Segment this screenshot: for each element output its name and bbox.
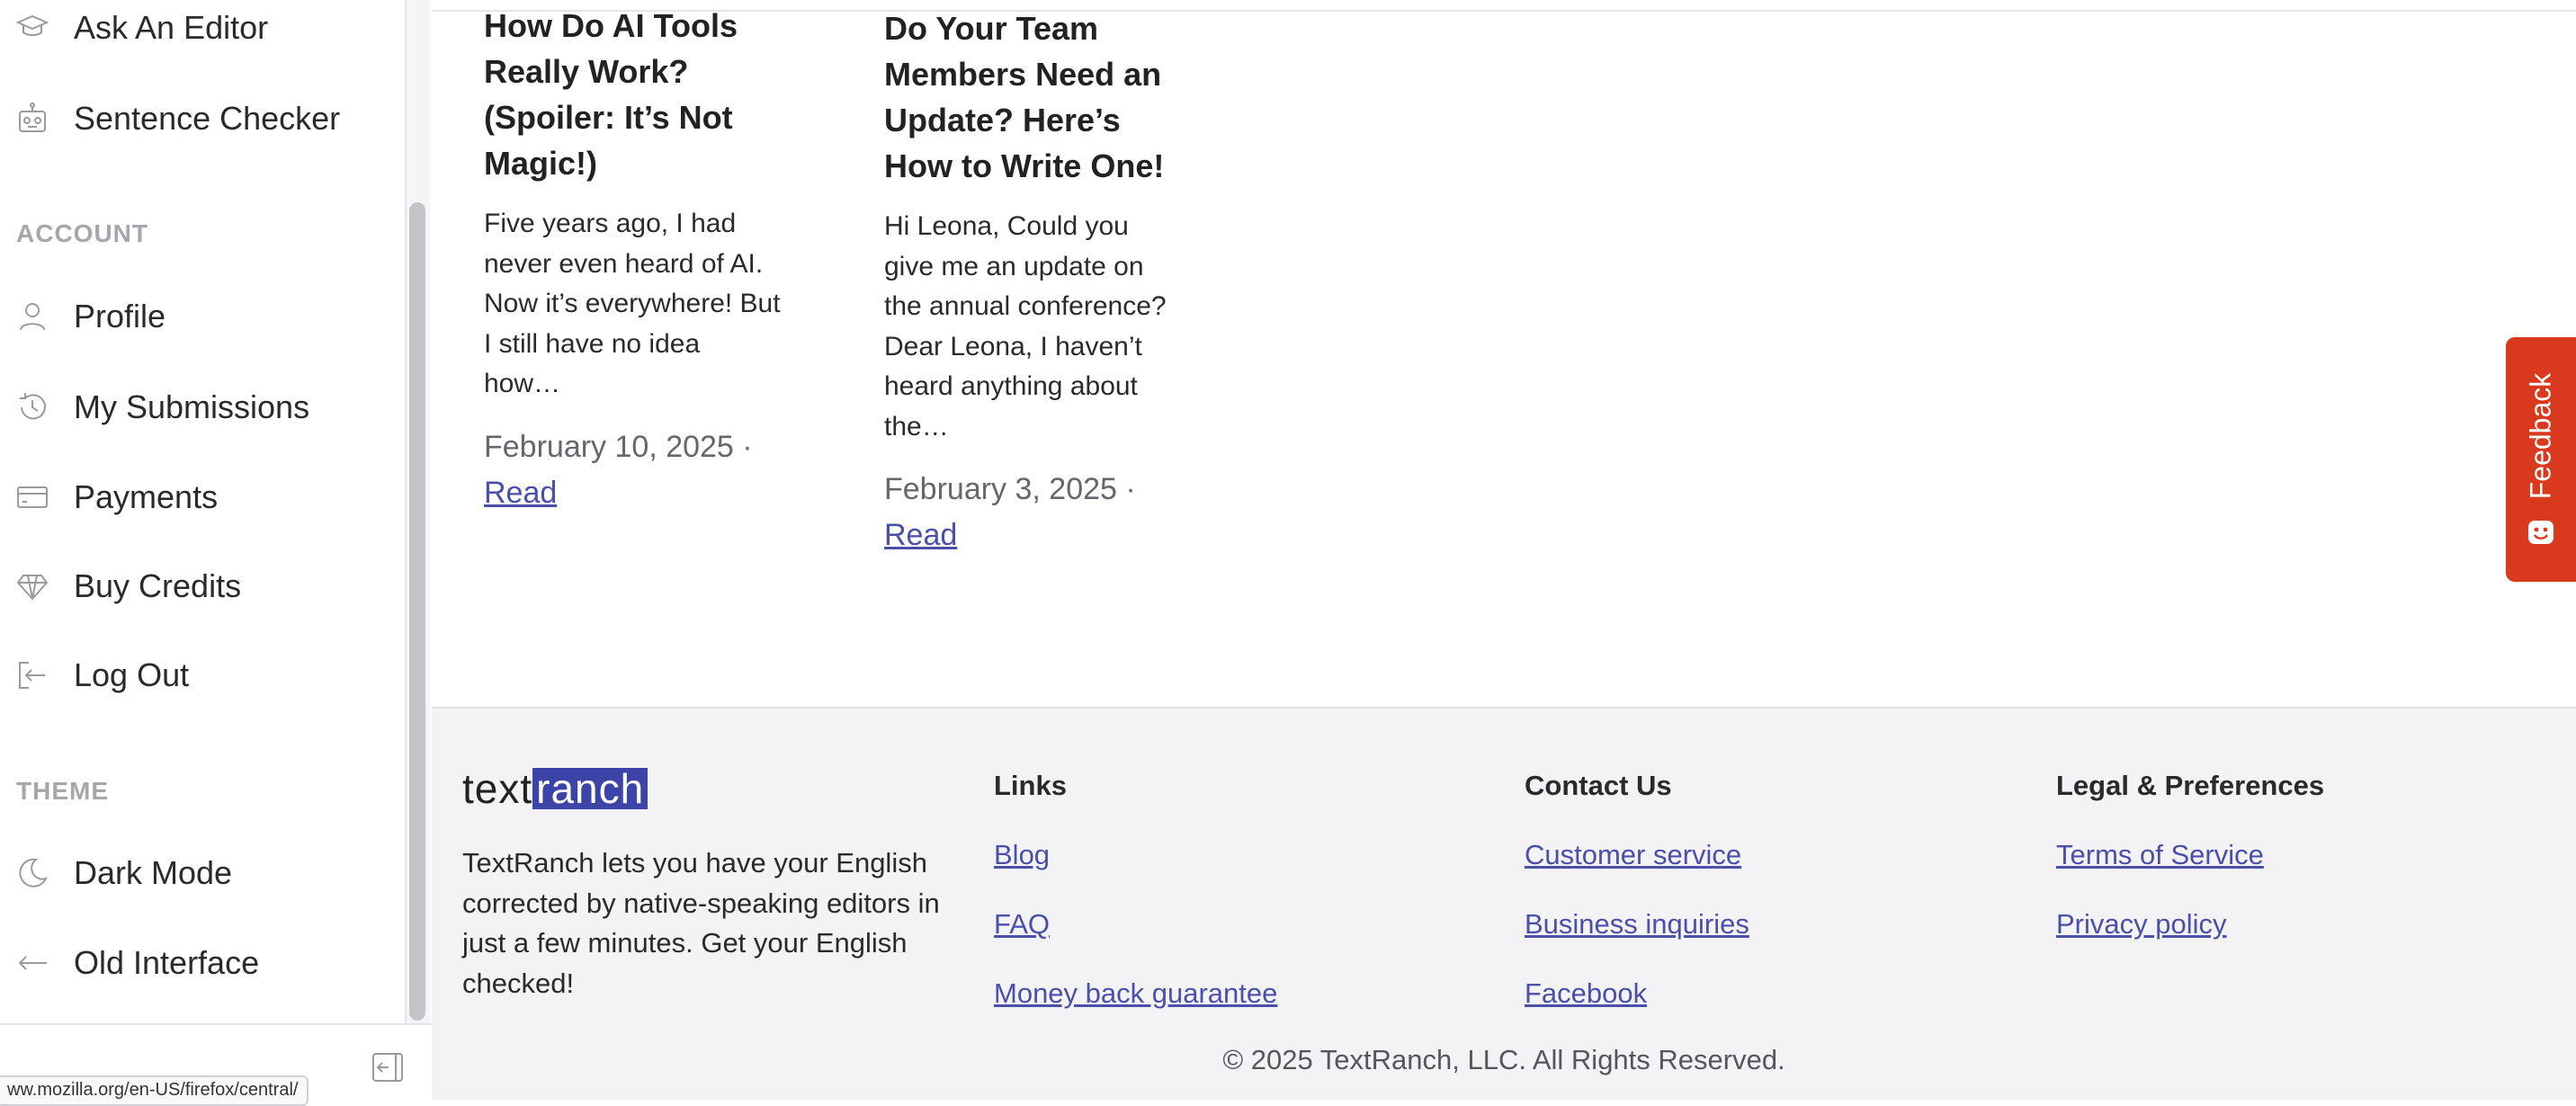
sidebar-item-label: Log Out: [74, 656, 190, 693]
sidebar-item-label: Payments: [74, 478, 219, 515]
blog-post-card: How Do AI Tools Really Work? (Spoiler: I…: [484, 3, 781, 516]
footer-link-blog[interactable]: Blog: [994, 839, 1050, 871]
theme-section-heading: THEME: [16, 777, 109, 805]
sidebar-item-buy-credits[interactable]: Buy Credits: [0, 555, 387, 618]
credit-card-icon: [14, 479, 50, 515]
post-date: February 10, 2025 ·: [484, 429, 753, 464]
post-title[interactable]: How Do AI Tools Really Work? (Spoiler: I…: [484, 3, 781, 186]
sidebar-item-label: Profile: [74, 298, 166, 334]
feedback-tab[interactable]: Feedback: [2506, 337, 2576, 582]
graduation-cap-icon: [14, 10, 50, 46]
footer-link-terms[interactable]: Terms of Service: [2056, 839, 2264, 871]
collapse-sidebar-button[interactable]: [371, 1050, 405, 1084]
blog-post-card: Do Your Team Members Need an Update? Her…: [884, 5, 1176, 558]
sidebar-item-payments[interactable]: Payments: [0, 466, 387, 529]
sidebar-item-label: Ask An Editor: [74, 9, 269, 46]
links-heading: Links: [994, 770, 1067, 801]
contact-heading: Contact Us: [1525, 770, 1672, 801]
sidebar-item-label: Old Interface: [74, 944, 260, 981]
smile-chat-icon: [2526, 517, 2556, 548]
status-bar-url: ww.mozilla.org/en-US/firefox/central/: [0, 1075, 309, 1106]
sidebar-item-my-submissions[interactable]: My Submissions: [0, 376, 387, 439]
feedback-label: Feedback: [2524, 372, 2557, 500]
footer-link-facebook[interactable]: Facebook: [1525, 977, 1647, 1010]
logout-icon: [14, 657, 50, 693]
post-meta: February 3, 2025 · Read: [884, 467, 1176, 558]
footer-link-business-inquiries[interactable]: Business inquiries: [1525, 908, 1749, 941]
diamond-icon: [14, 568, 50, 604]
arrow-left-icon: [14, 945, 50, 981]
footer-link-money-back[interactable]: Money back guarantee: [994, 977, 1277, 1010]
post-title[interactable]: Do Your Team Members Need an Update? Her…: [884, 5, 1176, 189]
logo-text: text: [462, 765, 533, 812]
moon-icon: [14, 855, 50, 891]
sidebar-item-label: Dark Mode: [74, 854, 233, 891]
post-date: February 3, 2025 ·: [884, 472, 1136, 506]
post-meta: February 10, 2025 · Read: [484, 424, 781, 516]
sidebar-item-log-out[interactable]: Log Out: [0, 644, 387, 707]
footer-about-text: TextRanch lets you have your English cor…: [462, 847, 940, 999]
logo-text-highlight: ranch: [532, 768, 648, 809]
post-excerpt: Hi Leona, Could you give me an update on…: [884, 211, 1167, 442]
history-icon: [14, 389, 50, 425]
footer-link-customer-service[interactable]: Customer service: [1525, 839, 1741, 871]
footer-link-faq[interactable]: FAQ: [994, 908, 1050, 941]
collapse-icon: [371, 1053, 405, 1088]
post-excerpt: Five years ago, I had never even heard o…: [484, 209, 781, 398]
read-link[interactable]: Read: [884, 518, 957, 552]
textranch-logo[interactable]: text ranch: [462, 765, 648, 812]
sidebar-item-label: My Submissions: [74, 388, 310, 425]
legal-heading: Legal & Preferences: [2056, 770, 2325, 801]
copyright-text: © 2025 TextRanch, LLC. All Rights Reserv…: [1222, 1044, 1785, 1075]
footer-link-privacy[interactable]: Privacy policy: [2056, 908, 2227, 941]
sidebar-item-sentence-checker[interactable]: Sentence Checker: [0, 87, 387, 150]
account-section-heading: ACCOUNT: [16, 219, 148, 247]
sidebar: Ask An Editor Sentence Checker ACCOUNT P…: [0, 0, 407, 1098]
sidebar-item-ask-an-editor[interactable]: Ask An Editor: [0, 0, 387, 59]
sidebar-item-profile[interactable]: Profile: [0, 285, 387, 348]
read-link[interactable]: Read: [484, 476, 557, 510]
sidebar-item-dark-mode[interactable]: Dark Mode: [0, 842, 387, 905]
user-icon: [14, 299, 50, 334]
sidebar-item-label: Sentence Checker: [74, 100, 341, 137]
sidebar-item-label: Buy Credits: [74, 567, 242, 604]
robot-icon: [14, 101, 50, 137]
sidebar-item-old-interface[interactable]: Old Interface: [0, 932, 387, 995]
sidebar-scrollbar-thumb[interactable]: [409, 202, 425, 1021]
